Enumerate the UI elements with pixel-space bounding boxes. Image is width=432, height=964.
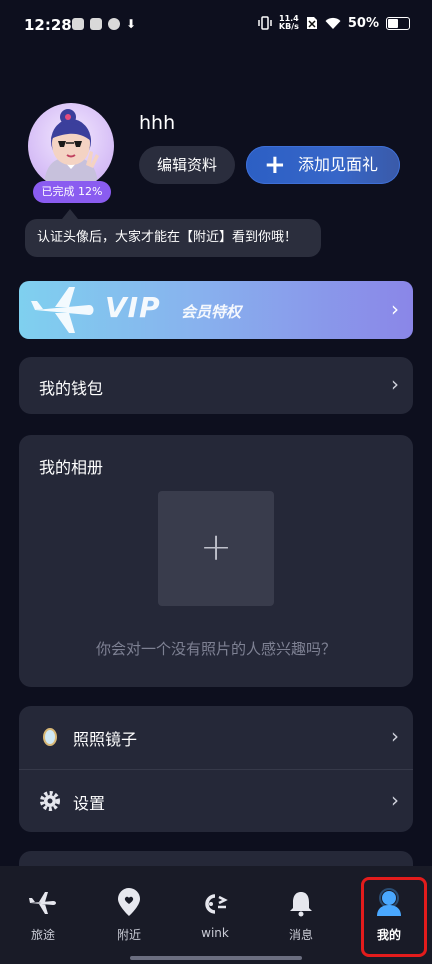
menu-item-label: 照照镜子 xyxy=(73,730,138,749)
profile-progress-badge[interactable]: 已完成 12% xyxy=(33,181,111,203)
network-speed-unit: KB/s xyxy=(278,22,299,31)
avatar-illustration xyxy=(44,109,99,189)
tab-journey[interactable]: 旅途 xyxy=(0,866,86,964)
app-notification-icon xyxy=(90,18,102,30)
vip-subtitle: 会员特权 xyxy=(181,303,242,321)
status-time: 12:28 xyxy=(24,16,72,34)
home-indicator[interactable] xyxy=(130,956,302,960)
vibrate-icon xyxy=(258,16,272,30)
menu-item-mirror[interactable]: 照照镜子 › xyxy=(19,706,413,769)
tab-label: 附近 xyxy=(116,928,141,942)
status-right: 11.4 KB/s 50% xyxy=(258,15,410,31)
menu-item-settings[interactable]: 设置 › xyxy=(19,769,413,833)
chevron-right-icon: › xyxy=(391,372,399,396)
wallet-label: 我的钱包 xyxy=(39,379,104,398)
airplane-icon xyxy=(29,892,56,914)
settings-menu: 照照镜子 › 设置 › xyxy=(19,706,413,832)
gear-icon xyxy=(40,791,60,811)
tab-nearby[interactable]: 附近 xyxy=(86,866,172,964)
vip-banner[interactable]: VIP 会员特权 › xyxy=(19,281,413,339)
tab-wink[interactable]: wink xyxy=(172,866,258,964)
airplane-icon xyxy=(31,287,94,333)
album-title: 我的相册 xyxy=(39,458,104,477)
bell-icon xyxy=(290,892,312,917)
battery-icon xyxy=(386,16,410,30)
plus-icon: + xyxy=(264,150,286,180)
tab-label: 消息 xyxy=(288,928,313,942)
check-icon xyxy=(108,18,120,30)
active-tab-highlight xyxy=(361,877,427,957)
tab-messages[interactable]: 消息 xyxy=(258,866,344,964)
tab-label: wink xyxy=(201,926,229,940)
mirror-icon xyxy=(43,728,57,746)
location-heart-icon xyxy=(118,888,140,916)
album-empty-tip: 你会对一个没有照片的人感兴趣吗？ xyxy=(95,640,336,658)
battery-percent: 50% xyxy=(347,15,379,31)
tab-label: 旅途 xyxy=(30,928,55,942)
add-gift-label: 添加见面礼 xyxy=(298,155,379,174)
network-speed: 11.4 KB/s xyxy=(279,15,299,31)
chevron-right-icon: › xyxy=(391,724,399,748)
wallet-row[interactable]: 我的钱包 › xyxy=(19,357,413,414)
download-icon: ⬇ xyxy=(126,17,137,31)
album-card: 我的相册 + 你会对一个没有照片的人感兴趣吗？ xyxy=(19,435,413,687)
wink-icon xyxy=(205,894,228,914)
chevron-right-icon: › xyxy=(391,297,399,321)
edit-profile-button[interactable]: 编辑资料 xyxy=(139,146,235,184)
add-photo-button[interactable]: + xyxy=(158,491,274,606)
avatar[interactable] xyxy=(28,103,114,189)
notification-icons: ⬇ xyxy=(72,17,136,31)
chevron-right-icon: › xyxy=(391,788,399,812)
status-bar: 12:28 ⬇ 11.4 KB/s 50% xyxy=(0,0,432,52)
vip-title: VIP xyxy=(105,291,161,324)
play-store-icon xyxy=(72,18,84,30)
wifi-icon xyxy=(325,17,341,29)
plus-icon: + xyxy=(200,525,232,569)
menu-item-label: 设置 xyxy=(73,794,106,813)
add-gift-button[interactable]: + 添加见面礼 xyxy=(246,146,400,184)
tooltip-arrow xyxy=(62,209,78,219)
username: hhh xyxy=(139,112,176,134)
no-sim-icon xyxy=(306,17,317,29)
avatar-verify-tooltip: 认证头像后，大家才能在【附近】看到你哦！ xyxy=(25,219,321,257)
